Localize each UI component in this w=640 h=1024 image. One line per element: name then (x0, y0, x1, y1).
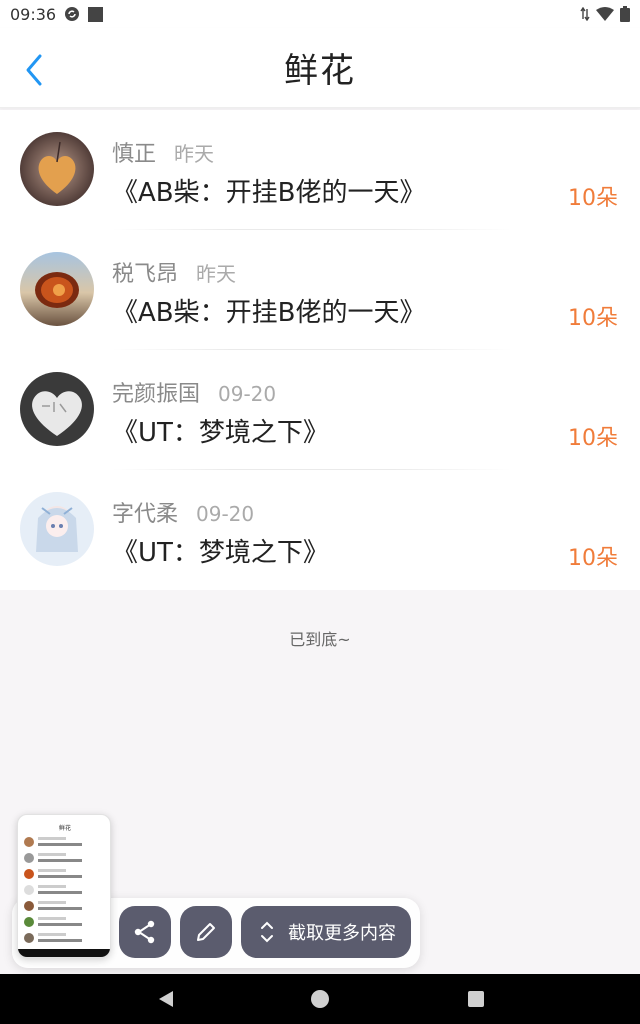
thumbnail-nav-bar (18, 949, 110, 957)
triangle-back-icon (159, 991, 173, 1007)
capture-more-label: 截取更多内容 (288, 923, 396, 944)
edit-button[interactable] (180, 906, 232, 958)
item-time: 昨天 (196, 262, 237, 286)
square-recent-icon (468, 991, 484, 1007)
item-count: 10朵 (568, 426, 618, 451)
page-title: 鲜花 (284, 51, 356, 91)
item-time: 09-20 (196, 502, 255, 526)
item-time: 昨天 (174, 142, 215, 166)
item-user[interactable]: 完颜振国 (112, 376, 200, 408)
thumbnail-title: 鲜花 (58, 825, 71, 832)
item-meta: 慎正 昨天 (112, 136, 214, 168)
list-item[interactable]: 完颜振国 09-20 《UT：梦境之下》 10朵 (0, 350, 640, 470)
status-right (580, 6, 630, 22)
share-button[interactable] (119, 906, 171, 958)
item-user[interactable]: 字代柔 (112, 496, 178, 528)
avatar[interactable] (20, 492, 94, 566)
sync-icon (64, 6, 80, 22)
header: 鲜花 (0, 28, 640, 108)
item-title[interactable]: 《AB柴：开挂B佬的一天》 (112, 172, 425, 209)
nav-home-button[interactable] (309, 988, 331, 1010)
screenshot-thumbnail[interactable]: 鲜花 (17, 814, 111, 958)
item-title[interactable]: 《UT：梦境之下》 (112, 532, 329, 569)
item-user[interactable]: 慎正 (112, 136, 156, 168)
thumbnail-row (24, 915, 104, 929)
item-meta: 税飞昂 昨天 (112, 256, 236, 288)
item-count: 10朵 (568, 546, 618, 571)
status-time: 09:36 (10, 4, 57, 24)
list-item[interactable]: 税飞昂 昨天 《AB柴：开挂B佬的一天》 10朵 (0, 230, 640, 350)
wifi-icon (596, 7, 614, 21)
back-button[interactable] (16, 52, 52, 88)
expand-vertical-icon (261, 921, 273, 943)
status-bar: 09:36 (0, 0, 640, 28)
item-title[interactable]: 《UT：梦境之下》 (112, 412, 329, 449)
item-user[interactable]: 税飞昂 (112, 256, 178, 288)
thumbnail-row (24, 931, 104, 945)
status-left: 09:36 (10, 4, 104, 24)
avatar[interactable] (20, 372, 94, 446)
item-count: 10朵 (568, 306, 618, 331)
list-item[interactable]: 慎正 昨天 《AB柴：开挂B佬的一天》 10朵 (0, 110, 640, 230)
end-of-list-text: 已到底~ (289, 630, 351, 649)
nav-back-button[interactable] (155, 988, 177, 1010)
share-icon (134, 920, 155, 944)
thumbnail-row (24, 835, 104, 849)
battery-icon (620, 6, 630, 22)
thumbnail-row (24, 883, 104, 897)
flower-list: 慎正 昨天 《AB柴：开挂B佬的一天》 10朵 税飞昂 昨天 《AB柴：开挂B佬… (0, 110, 640, 590)
item-meta: 完颜振国 09-20 (112, 376, 276, 408)
item-meta: 字代柔 09-20 (112, 496, 254, 528)
avatar[interactable] (20, 252, 94, 326)
item-title[interactable]: 《AB柴：开挂B佬的一天》 (112, 292, 425, 329)
thumbnail-row (24, 899, 104, 913)
avatar[interactable] (20, 132, 94, 206)
nav-recent-button[interactable] (466, 989, 486, 1009)
list-item[interactable]: 字代柔 09-20 《UT：梦境之下》 10朵 (0, 470, 640, 590)
circle-home-icon (311, 990, 329, 1008)
square-icon (88, 6, 104, 22)
thumbnail-row (24, 851, 104, 865)
pencil-icon (197, 923, 215, 941)
item-count: 10朵 (568, 186, 618, 211)
capture-more-button[interactable]: 截取更多内容 (241, 906, 411, 958)
item-time: 09-20 (218, 382, 277, 406)
chevron-left-icon (26, 54, 42, 86)
system-nav-bar (0, 974, 640, 1024)
data-arrows-icon (580, 7, 590, 21)
thumbnail-row (24, 867, 104, 881)
